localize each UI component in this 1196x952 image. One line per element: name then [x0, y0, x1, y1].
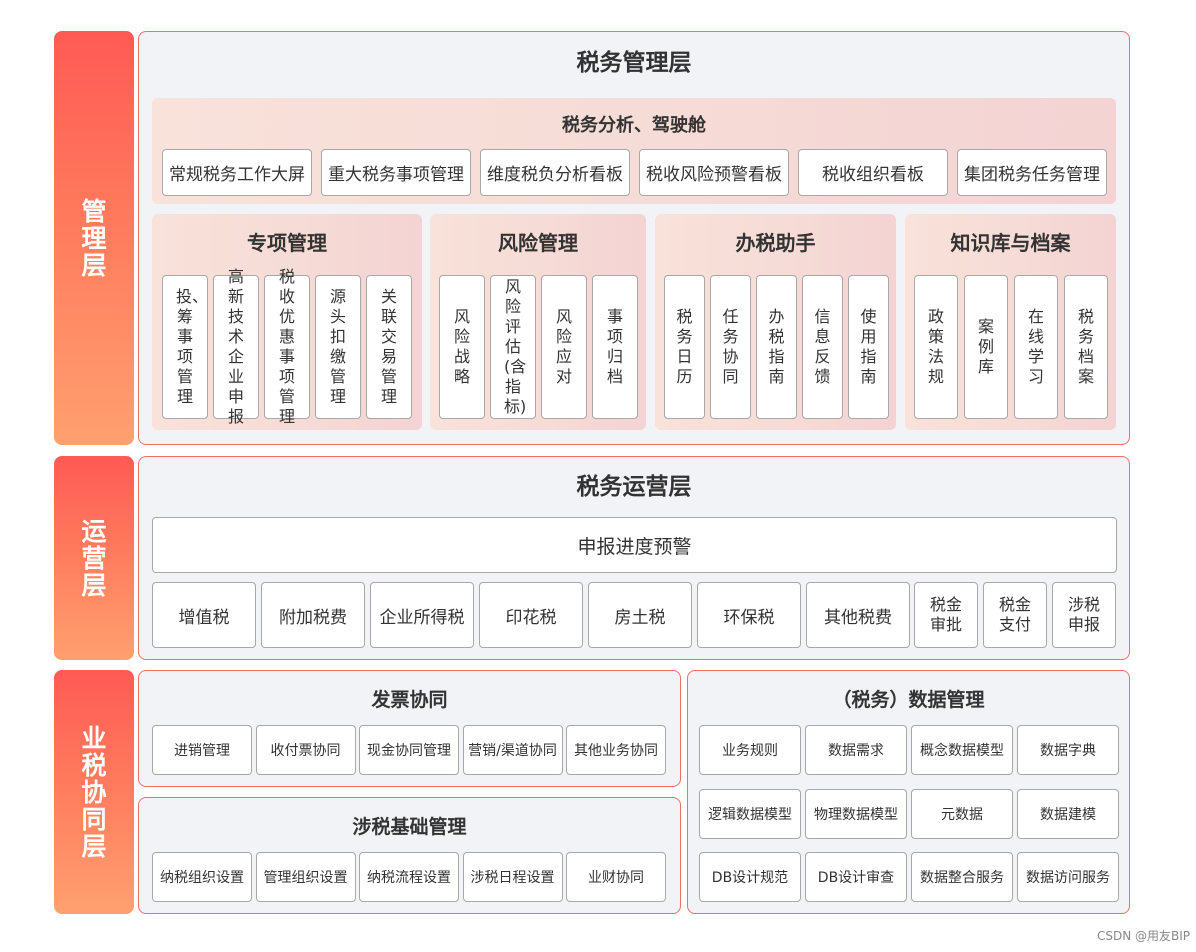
- assistant-title: 办税助手: [735, 230, 816, 255]
- datamgmt-item[interactable]: DB设计规范: [699, 852, 801, 902]
- datamgmt-item[interactable]: 数据需求: [805, 725, 907, 775]
- knowledge-item-label: 政策法规: [927, 307, 944, 386]
- base-item[interactable]: 纳税组织设置: [152, 852, 252, 902]
- assistant-item-label: 信息反馈: [814, 307, 831, 386]
- knowledge-title: 知识库与档案: [950, 230, 1071, 255]
- datamgmt-title: （税务）数据管理: [832, 688, 985, 711]
- cockpit-item[interactable]: 重大税务事项管理: [321, 149, 471, 196]
- risk-item-label: 风险应对: [555, 307, 572, 386]
- cockpit-item[interactable]: 维度税负分析看板: [480, 149, 630, 196]
- special-item-label: 投、筹事项管理: [176, 287, 209, 406]
- datamgmt-item[interactable]: 物理数据模型: [805, 788, 907, 839]
- cockpit-item[interactable]: 税收组织看板: [798, 149, 948, 196]
- assistant-item-label: 任务协同: [722, 307, 739, 386]
- invoice-item[interactable]: 现金协同管理: [359, 725, 459, 775]
- special-item[interactable]: 高新技术企业申报: [213, 267, 259, 426]
- special-item[interactable]: 源头扣缴管理: [315, 275, 361, 419]
- base-item[interactable]: 纳税流程设置: [359, 852, 459, 902]
- tax-item[interactable]: 其他税费: [806, 582, 910, 648]
- tax-action-item-label: 税金支付: [998, 595, 1031, 634]
- base-item[interactable]: 管理组织设置: [255, 852, 356, 902]
- special-item-label: 关联交易管理: [380, 287, 397, 406]
- risk-item[interactable]: 风险评估(含指标): [490, 275, 536, 419]
- invoice-title: 发票协同: [371, 688, 448, 711]
- special-item-label: 税收优惠事项管理: [278, 267, 295, 426]
- datamgmt-item[interactable]: 逻辑数据模型: [699, 788, 801, 839]
- cockpit-item[interactable]: 税收风险预警看板: [639, 149, 789, 196]
- assistant-item[interactable]: 使用指南: [848, 275, 889, 419]
- assistant-item-label: 办税指南: [768, 307, 785, 386]
- risk-title: 风险管理: [498, 230, 578, 255]
- knowledge-item[interactable]: 在线学习: [1014, 275, 1058, 419]
- invoice-item[interactable]: 其他业务协同: [566, 725, 666, 775]
- knowledge-item-label: 在线学习: [1027, 307, 1044, 386]
- management-title: 税务管理层: [576, 50, 692, 76]
- side-label-operation: 运营层: [54, 456, 134, 660]
- datamgmt-item[interactable]: 数据访问服务: [1017, 852, 1119, 902]
- datamgmt-item[interactable]: 数据字典: [1017, 725, 1119, 775]
- assistant-item[interactable]: 办税指南: [756, 275, 797, 419]
- knowledge-item-label: 税务档案: [1077, 307, 1094, 386]
- cockpit-item[interactable]: 集团税务任务管理: [957, 149, 1107, 196]
- assistant-item[interactable]: 信息反馈: [802, 275, 843, 419]
- special-title: 专项管理: [247, 230, 327, 255]
- tax-item[interactable]: 房土税: [588, 582, 692, 648]
- datamgmt-item[interactable]: DB设计审查: [805, 852, 907, 902]
- assistant-item-label: 使用指南: [860, 307, 877, 386]
- tax-item[interactable]: 增值税: [152, 582, 256, 648]
- datamgmt-item[interactable]: 业务规则: [699, 725, 801, 775]
- datamgmt-item[interactable]: 数据整合服务: [911, 852, 1013, 902]
- tax-item[interactable]: 企业所得税: [370, 582, 474, 648]
- tax-action-item[interactable]: 税金审批: [914, 582, 978, 648]
- special-item[interactable]: 投、筹事项管理: [162, 275, 208, 419]
- special-item[interactable]: 税收优惠事项管理: [264, 267, 310, 426]
- risk-item[interactable]: 事项归档: [592, 275, 638, 419]
- knowledge-item[interactable]: 政策法规: [914, 275, 958, 419]
- tax-action-item[interactable]: 涉税申报: [1052, 582, 1116, 648]
- base-item[interactable]: 业财协同: [566, 852, 666, 902]
- datamgmt-item[interactable]: 元数据: [911, 788, 1013, 839]
- datamgmt-item[interactable]: 概念数据模型: [911, 725, 1013, 775]
- cockpit-title: 税务分析、驾驶舱: [562, 115, 706, 136]
- watermark: CSDN @用友BIP: [1096, 929, 1190, 943]
- special-item-label: 高新技术企业申报: [227, 267, 244, 426]
- base-item[interactable]: 涉税日程设置: [462, 852, 563, 902]
- operation-title: 税务运营层: [576, 474, 692, 500]
- tax-action-item-label: 税金审批: [929, 595, 962, 634]
- side-label-collaboration: 业税协同层: [54, 670, 134, 914]
- risk-item-label: 风险战略: [453, 307, 470, 386]
- assistant-item[interactable]: 税务日历: [664, 275, 705, 419]
- invoice-item[interactable]: 营销/渠道协同: [462, 725, 563, 775]
- tax-action-item[interactable]: 税金支付: [983, 582, 1047, 648]
- knowledge-item[interactable]: 税务档案: [1064, 275, 1108, 419]
- assistant-item-label: 税务日历: [676, 307, 693, 386]
- cockpit-item[interactable]: 常规税务工作大屏: [162, 149, 312, 196]
- special-item-label: 源头扣缴管理: [329, 287, 346, 406]
- invoice-item[interactable]: 进销管理: [152, 725, 252, 775]
- tax-item[interactable]: 附加税费: [261, 582, 365, 648]
- invoice-item[interactable]: 收付票协同: [255, 725, 356, 775]
- datamgmt-item[interactable]: 数据建模: [1017, 788, 1119, 839]
- risk-item[interactable]: 风险战略: [439, 275, 485, 419]
- progress-warning-banner[interactable]: 申报进度预警: [152, 517, 1117, 573]
- risk-item[interactable]: 风险应对: [541, 275, 587, 419]
- knowledge-item[interactable]: 案例库: [964, 275, 1008, 419]
- knowledge-item-label: 案例库: [977, 317, 994, 376]
- tax-action-item-label: 涉税申报: [1067, 595, 1100, 634]
- special-item[interactable]: 关联交易管理: [366, 275, 412, 419]
- risk-item-label: 风险评估(含指标): [504, 277, 527, 416]
- tax-item[interactable]: 环保税: [697, 582, 801, 648]
- side-label-management-text: 管理层: [81, 196, 107, 280]
- assistant-item[interactable]: 任务协同: [710, 275, 751, 419]
- base-title: 涉税基础管理: [352, 815, 467, 838]
- risk-item-label: 事项归档: [606, 307, 623, 386]
- side-label-collaboration-text: 业税协同层: [81, 723, 107, 861]
- side-label-operation-text: 运营层: [81, 516, 107, 600]
- side-label-management: 管理层: [54, 31, 134, 445]
- tax-item[interactable]: 印花税: [479, 582, 583, 648]
